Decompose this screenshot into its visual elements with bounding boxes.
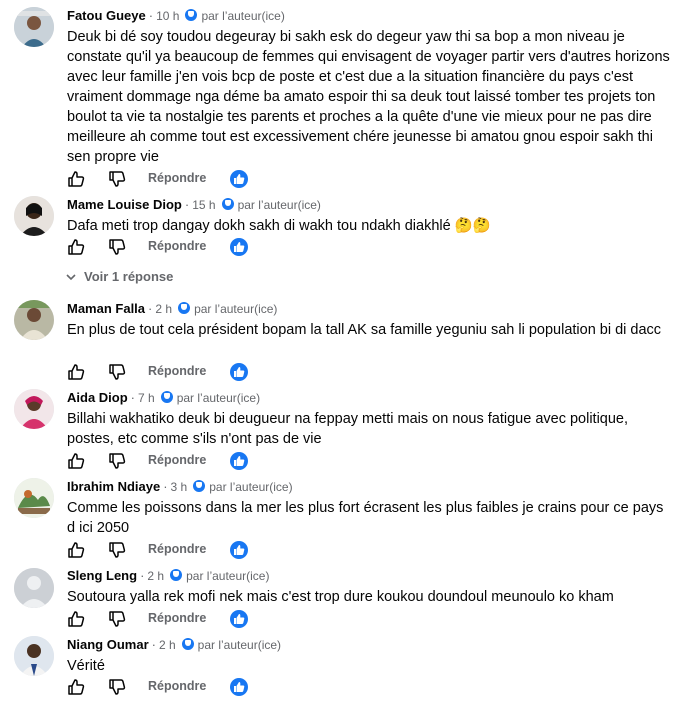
author-name[interactable]: Niang Oumar <box>67 637 149 652</box>
thumbs-up-icon[interactable] <box>67 452 85 470</box>
avatar[interactable] <box>14 636 54 676</box>
by-author-label: par l’auteur(ice) <box>176 391 261 405</box>
author-name[interactable]: Maman Falla <box>67 301 145 316</box>
avatar[interactable] <box>14 478 54 518</box>
thumbs-down-icon[interactable] <box>108 610 126 628</box>
timestamp[interactable]: 7 h <box>138 391 155 405</box>
thumbs-down-icon[interactable] <box>108 678 126 696</box>
author-badge-icon <box>170 569 183 581</box>
thumbs-down-icon[interactable] <box>108 170 126 188</box>
thumbs-up-icon[interactable] <box>67 678 85 696</box>
see-replies-label: Voir 1 réponse <box>84 269 174 284</box>
comment-text: Billahi wakhatiko deuk bi deugueur na fe… <box>67 411 629 447</box>
avatar[interactable] <box>14 7 54 47</box>
author-badge-icon <box>221 198 234 210</box>
avatar[interactable] <box>14 300 54 340</box>
comment-text: Dafa meti trop dangay dokh sakh di wakh … <box>67 218 491 234</box>
like-reaction-icon[interactable] <box>230 610 248 628</box>
thumbs-down-icon[interactable] <box>108 452 126 470</box>
avatar[interactable] <box>14 196 54 236</box>
thumbs-up-icon[interactable] <box>67 610 85 628</box>
thumbs-up-icon[interactable] <box>67 541 85 559</box>
separator-dot: · <box>148 301 153 316</box>
separator-dot: · <box>163 479 168 494</box>
reply-button[interactable]: Répondre <box>148 171 206 185</box>
author-name[interactable]: Aida Diop <box>67 390 128 405</box>
author-name[interactable]: Mame Louise Diop <box>67 197 182 212</box>
by-author-label: par l’auteur(ice) <box>186 569 270 583</box>
like-reaction-icon[interactable] <box>230 170 248 188</box>
reply-button[interactable]: Répondre <box>148 679 206 693</box>
by-author-label: par l’auteur(ice) <box>209 480 293 494</box>
reply-button[interactable]: Répondre <box>148 611 206 625</box>
timestamp[interactable]: 10 h <box>156 9 179 23</box>
by-author-label: par l’auteur(ice) <box>194 302 278 316</box>
chevron-down-icon <box>66 269 76 284</box>
like-reaction-icon[interactable] <box>230 541 248 559</box>
timestamp[interactable]: 3 h <box>171 480 188 494</box>
comment-text: En plus de tout cela président bopam la … <box>67 322 662 338</box>
separator-dot: · <box>184 197 190 212</box>
author-name[interactable]: Fatou Gueye <box>67 8 146 23</box>
by-author-label: par l’auteur(ice) <box>201 9 285 23</box>
separator-dot: · <box>130 390 136 405</box>
timestamp[interactable]: 2 h <box>159 638 176 652</box>
author-badge-icon <box>181 638 194 650</box>
like-reaction-icon[interactable] <box>230 678 248 696</box>
avatar[interactable] <box>14 568 54 608</box>
author-name[interactable]: Ibrahim Ndiaye <box>67 479 160 494</box>
reply-button[interactable]: Répondre <box>148 239 206 253</box>
timestamp[interactable]: 2 h <box>147 569 164 583</box>
reply-button[interactable]: Répondre <box>148 364 206 378</box>
separator-dot: · <box>151 637 156 652</box>
comment-text: Deuk bi dé soy toudou degeuray bi sakh e… <box>67 29 670 165</box>
thumbs-up-icon[interactable] <box>67 363 85 381</box>
timestamp[interactable]: 15 h <box>192 198 215 212</box>
author-badge-icon <box>185 9 198 21</box>
thumbs-up-icon[interactable] <box>67 238 85 256</box>
author-badge-icon <box>160 391 173 403</box>
thumbs-down-icon[interactable] <box>108 238 126 256</box>
see-replies-link[interactable]: Voir 1 réponse <box>66 269 173 284</box>
author-badge-icon <box>193 480 206 492</box>
comment-text: Vérité <box>67 658 105 674</box>
by-author-label: par l’auteur(ice) <box>197 638 282 652</box>
author-badge-icon <box>178 302 191 314</box>
avatar[interactable] <box>14 389 54 429</box>
author-name[interactable]: Sleng Leng <box>67 568 137 583</box>
reply-button[interactable]: Répondre <box>148 542 206 556</box>
timestamp[interactable]: 2 h <box>155 302 172 316</box>
reply-button[interactable]: Répondre <box>148 453 206 467</box>
separator-dot: · <box>140 568 145 583</box>
comment-text: Soutoura yalla rek mofi nek mais c'est t… <box>67 589 614 605</box>
thumbs-up-icon[interactable] <box>67 170 85 188</box>
like-reaction-icon[interactable] <box>230 452 248 470</box>
like-reaction-icon[interactable] <box>230 238 248 256</box>
like-reaction-icon[interactable] <box>230 363 248 381</box>
comment-text: Comme les poissons dans la mer les plus … <box>67 500 664 536</box>
separator-dot: · <box>148 8 154 23</box>
by-author-label: par l’auteur(ice) <box>237 198 321 212</box>
thumbs-down-icon[interactable] <box>108 541 126 559</box>
thumbs-down-icon[interactable] <box>108 363 126 381</box>
